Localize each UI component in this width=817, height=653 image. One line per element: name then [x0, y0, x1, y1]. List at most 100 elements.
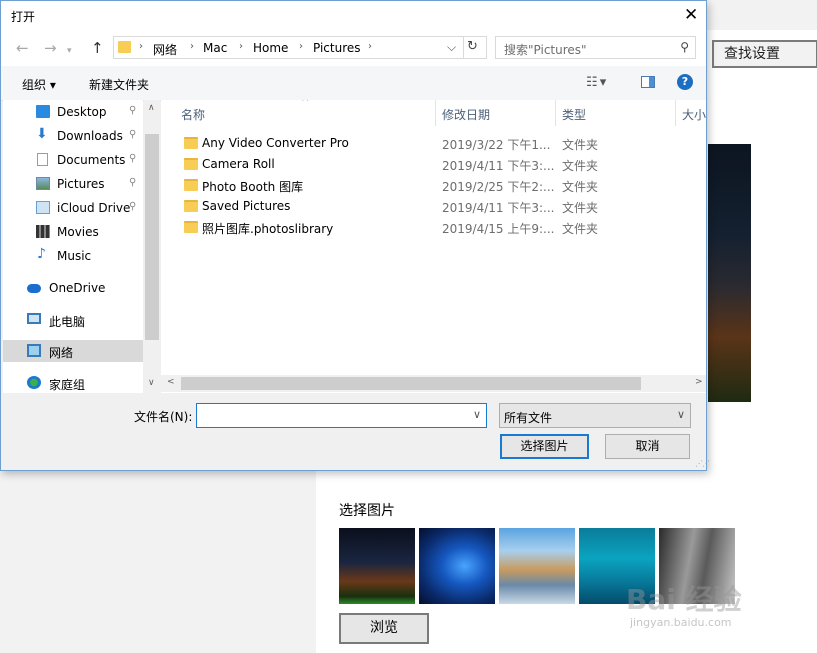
navigation-pane: Desktop ⚲ ⬇ Downloads ⚲ Documents ⚲ Pict… [3, 100, 143, 393]
folder-icon [184, 137, 198, 149]
sidebar-item-onedrive[interactable]: OneDrive [3, 277, 143, 299]
pin-icon[interactable]: ⚲ [129, 177, 136, 188]
find-settings-button[interactable]: 查找设置 [712, 40, 817, 68]
recent-locations-chevron-icon[interactable]: ▾ [67, 44, 72, 59]
column-divider[interactable] [435, 100, 436, 126]
column-divider[interactable] [555, 100, 556, 126]
cancel-button[interactable]: 取消 [605, 434, 690, 459]
forward-arrow-icon[interactable]: → [44, 41, 57, 56]
sidebar-item-label: 网络 [49, 346, 74, 360]
file-row[interactable]: Saved Pictures 2019/4/11 下午3:... 文件夹 [161, 196, 706, 217]
pin-icon[interactable]: ⚲ [129, 201, 136, 212]
file-row[interactable]: Camera Roll 2019/4/11 下午3:... 文件夹 [161, 154, 706, 175]
sidebar-item-homegroup[interactable]: 家庭组 [3, 372, 143, 393]
address-bar[interactable]: › 网络 › Mac › Home › Pictures › ⌵ ↻ [113, 36, 487, 59]
open-button[interactable]: 选择图片 [500, 434, 589, 459]
column-type[interactable]: 类型 [562, 106, 586, 123]
chevron-right-icon[interactable]: › [368, 41, 372, 52]
file-list-pane: ^ 名称 修改日期 类型 大小 Any Video Converter Pro … [161, 100, 706, 393]
column-divider[interactable] [675, 100, 676, 126]
scrollbar-thumb[interactable] [145, 134, 159, 340]
file-row[interactable]: 照片图库.photoslibrary 2019/4/15 上午9:... 文件夹 [161, 217, 706, 238]
view-options-icon[interactable]: ☷ ▾ [586, 75, 606, 90]
sidebar-item-pictures[interactable]: Pictures ⚲ [3, 173, 143, 195]
scroll-down-icon[interactable]: ∨ [148, 378, 155, 388]
sort-caret-icon: ^ [301, 100, 310, 108]
sidebar-item-network[interactable]: 网络 [3, 340, 143, 362]
filename-input[interactable]: ∨ [196, 403, 487, 428]
search-icon[interactable]: ⚲ [680, 40, 689, 54]
sidebar-item-desktop[interactable]: Desktop ⚲ [3, 101, 143, 123]
column-header: ^ 名称 修改日期 类型 大小 [161, 100, 706, 126]
sidebar-item-movies[interactable]: Movies [3, 221, 143, 243]
organize-menu[interactable]: 组织 ▾ [22, 76, 56, 93]
search-box[interactable]: 搜索"Pictures" ⚲ [495, 36, 696, 59]
scrollbar-thumb[interactable] [181, 377, 641, 390]
new-folder-button[interactable]: 新建文件夹 [89, 76, 149, 93]
desktop-icon [36, 105, 50, 118]
column-date[interactable]: 修改日期 [442, 106, 490, 123]
breadcrumb-network[interactable]: 网络 [153, 41, 177, 58]
thumbnail-night-sky[interactable] [339, 528, 415, 604]
file-date: 2019/2/25 下午2:... [442, 180, 555, 194]
chevron-right-icon[interactable]: › [190, 41, 194, 52]
file-name: Photo Booth 图库 [202, 180, 304, 194]
chevron-down-icon[interactable]: ⌵ [447, 40, 456, 55]
dialog-toolbar: 组织 ▾ 新建文件夹 ☷ ▾ ? [1, 66, 706, 101]
sidebar-item-documents[interactable]: Documents ⚲ [3, 149, 143, 171]
file-row[interactable]: Photo Booth 图库 2019/2/25 下午2:... 文件夹 [161, 175, 706, 196]
preview-pane-icon[interactable] [641, 76, 655, 88]
sidebar-item-this-pc[interactable]: 此电脑 [3, 309, 143, 331]
folder-icon [184, 221, 198, 233]
sidebar-item-label: 此电脑 [49, 315, 86, 329]
sidebar-item-label: OneDrive [49, 281, 106, 295]
chevron-right-icon[interactable]: › [139, 41, 143, 52]
sidebar-item-music[interactable]: ♪ Music [3, 245, 143, 267]
sidebar-item-downloads[interactable]: ⬇ Downloads ⚲ [3, 125, 143, 147]
onedrive-icon [27, 284, 41, 293]
sidebar-item-label: 家庭组 [49, 378, 86, 392]
sidebar-item-icloud-drive[interactable]: iCloud Drive ⚲ [3, 197, 143, 219]
chevron-right-icon[interactable]: › [239, 41, 243, 52]
pin-icon[interactable]: ⚲ [129, 129, 136, 140]
thumbnail-beach-rocks[interactable] [499, 528, 575, 604]
scroll-right-icon[interactable]: > [695, 377, 703, 387]
thumbnail-windows-blue[interactable] [419, 528, 495, 604]
up-arrow-icon[interactable]: ↑ [91, 39, 104, 57]
cloud-icon [36, 201, 50, 214]
music-note-icon: ♪ [37, 246, 46, 262]
background-top-bar [700, 0, 817, 30]
back-arrow-icon[interactable]: ← [16, 41, 29, 56]
navigation-scrollbar[interactable]: ∧ ∨ [144, 100, 160, 393]
open-file-dialog: 打开 ✕ ← → ▾ ↑ › 网络 › Mac › Home › Picture… [0, 0, 710, 471]
scroll-left-icon[interactable]: < [167, 377, 175, 387]
close-icon[interactable]: ✕ [684, 6, 698, 24]
file-name: Any Video Converter Pro [202, 136, 349, 150]
horizontal-scrollbar[interactable]: < > [161, 375, 706, 392]
folder-icon [184, 179, 198, 191]
resize-grip-icon[interactable]: ⋰⋰ [695, 459, 710, 468]
scroll-up-icon[interactable]: ∧ [148, 103, 155, 113]
browse-button[interactable]: 浏览 [339, 613, 429, 644]
watermark-logo: Bai 经验 [626, 583, 742, 616]
column-name[interactable]: 名称 [181, 106, 205, 123]
chevron-right-icon[interactable]: › [299, 41, 303, 52]
breadcrumb-home[interactable]: Home [253, 41, 288, 55]
file-name: Camera Roll [202, 157, 275, 171]
refresh-icon[interactable]: ↻ [467, 39, 478, 54]
breadcrumb-mac[interactable]: Mac [203, 41, 227, 55]
homegroup-icon [27, 376, 41, 389]
document-icon [37, 153, 48, 166]
pin-icon[interactable]: ⚲ [129, 105, 136, 116]
chevron-down-icon[interactable]: ∨ [473, 408, 481, 421]
help-icon[interactable]: ? [677, 74, 693, 90]
filetype-select[interactable]: 所有文件 ∨ [499, 403, 691, 428]
column-size[interactable]: 大小 [682, 106, 706, 123]
chevron-down-icon[interactable]: ∨ [677, 408, 685, 421]
file-row[interactable]: Any Video Converter Pro 2019/3/22 下午1...… [161, 133, 706, 154]
breadcrumb-pictures[interactable]: Pictures [313, 41, 361, 55]
file-name: 照片图库.photoslibrary [202, 222, 334, 236]
filename-label: 文件名(N): [134, 410, 193, 424]
film-icon [36, 225, 50, 238]
pin-icon[interactable]: ⚲ [129, 153, 136, 164]
